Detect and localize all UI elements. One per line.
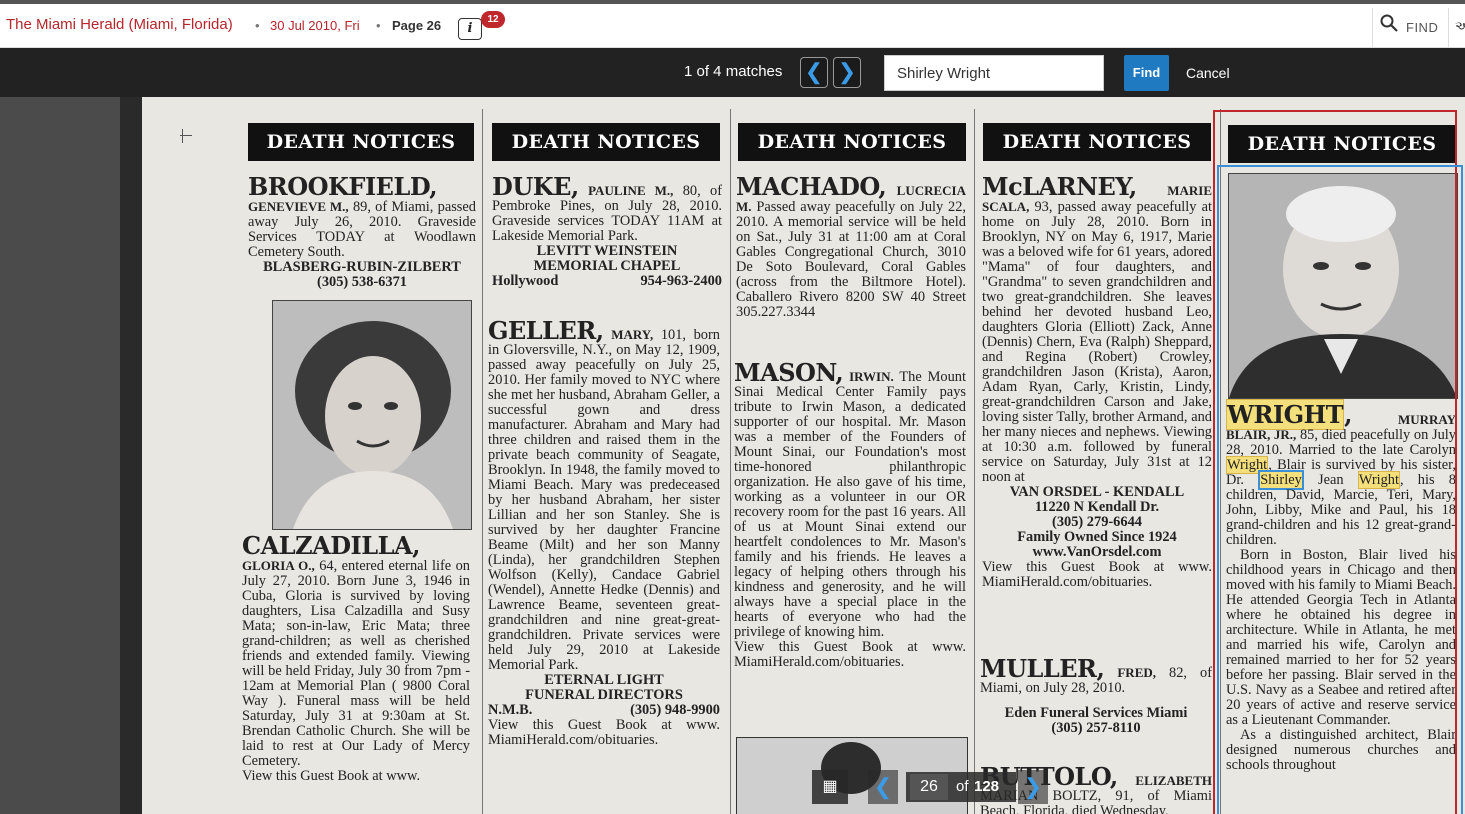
page-number-box: 26 of 128 <box>906 772 1016 802</box>
funeral-home-website[interactable]: www.VanOrsdel.com <box>982 545 1212 560</box>
funeral-home-city: Hollywood <box>492 273 559 289</box>
notice-duke: DUKE, PAULINE M., 80, of Pembroke Pines,… <box>492 175 722 289</box>
funeral-home: VAN ORSDEL - KENDALL <box>1009 484 1185 500</box>
next-page-button[interactable]: ❯ <box>1018 770 1048 804</box>
decedent-given-names: ELIZABETH <box>1135 773 1212 788</box>
funeral-home: FUNERAL DIRECTORS <box>525 687 683 703</box>
chevron-left-icon: ❮ <box>873 774 893 799</box>
match-count: 1 of 4 matches <box>684 63 783 80</box>
funeral-home-phone: (305) 279-6644 <box>1052 514 1142 530</box>
funeral-home-tagline: Family Owned Since 1924 <box>1017 529 1177 545</box>
decedent-name: GELLER, <box>488 316 604 345</box>
page-navigator: ▦ ❮ 26 of 128 ❯ <box>812 770 1050 804</box>
notice-text: Passed away peacefully on July 22, 2010.… <box>736 199 966 320</box>
death-notices-banner: DEATH NOTICES <box>738 123 966 161</box>
guestbook-link[interactable]: View this Guest Book at www. MiamiHerald… <box>982 560 1212 590</box>
newspaper-page[interactable]: DEATH NOTICES DEATH NOTICES DEATH NOTICE… <box>142 97 1465 814</box>
notice-mason: MASON, IRWIN. The Mount Sinai Medical Ce… <box>734 361 966 670</box>
notice-calzadilla: CALZADILLA, GLORIA O., 64, entered etern… <box>242 534 470 784</box>
decedent-given-names: MARY, <box>611 327 654 342</box>
decedent-name: McLARNEY, <box>982 172 1137 201</box>
toolbar-divider <box>1372 8 1373 48</box>
next-match-button[interactable]: ❯ <box>833 57 861 88</box>
decedent-name: MULLER, <box>980 654 1105 683</box>
decedent-given-names: FRED, <box>1117 665 1156 680</box>
info-icon: i <box>467 21 473 36</box>
funeral-home-address: 11220 N Kendall Dr. <box>1034 499 1160 515</box>
funeral-home: ETERNAL LIGHT <box>544 672 664 688</box>
funeral-home-phone: (305) 538-6371 <box>317 274 407 290</box>
guestbook-link[interactable]: View this Guest Book at www. <box>242 769 470 784</box>
find-label[interactable]: FIND <box>1406 20 1438 35</box>
decedent-name: CALZADILLA, <box>242 531 421 560</box>
separator-dot: • <box>376 18 381 33</box>
decedent-name: MASON, <box>734 358 844 387</box>
funeral-home: Eden Funeral Services Miami <box>1004 705 1188 721</box>
column-rule <box>730 109 731 814</box>
publication-title[interactable]: The Miami Herald (Miami, Florida) <box>6 16 233 33</box>
portrait-photo <box>272 300 472 530</box>
more-icon[interactable]: અ <box>1455 18 1465 35</box>
selected-article-outline[interactable] <box>1217 165 1463 814</box>
notice-text: 101, born in Gloversville, N.Y., on May … <box>488 327 720 673</box>
filmstrip-button[interactable]: ▦ <box>812 770 848 804</box>
decedent-given-names: GENEVIEVE M., <box>248 199 349 214</box>
funeral-home-phone: (305) 257-8110 <box>1051 720 1141 736</box>
notice-muller: MULLER, FRED, 82, of Miami, on July 28, … <box>980 657 1212 736</box>
page-of-label: of <box>956 778 969 795</box>
decedent-given-names: GLORIA O., <box>242 558 315 573</box>
notice-text: 64, entered eternal life on July 27, 201… <box>242 558 471 769</box>
funeral-home-city: N.M.B. <box>488 702 533 718</box>
page-total: 128 <box>974 778 1000 795</box>
notice-geller: GELLER, MARY, 101, born in Gloversville,… <box>488 319 720 748</box>
magnifier-icon <box>1380 14 1398 32</box>
separator-dot: • <box>255 18 260 33</box>
page-number-input[interactable]: 26 <box>910 774 948 800</box>
decedent-given-names: PAULINE M., <box>588 183 674 198</box>
death-notices-banner: DEATH NOTICES <box>983 123 1211 161</box>
decedent-name: MACHADO, <box>736 172 887 201</box>
notice-machado: MACHADO, LUCRECIA M. Passed away peacefu… <box>736 175 966 320</box>
funeral-home: BLASBERG-RUBIN-ZILBERT <box>263 259 461 275</box>
funeral-home: LEVITT WEINSTEIN <box>536 243 678 259</box>
top-bar: The Miami Herald (Miami, Florida) • 30 J… <box>0 0 1465 48</box>
info-button[interactable]: i <box>458 18 482 40</box>
info-count-badge: 12 <box>481 11 505 28</box>
search-input[interactable] <box>884 55 1104 91</box>
previous-match-button[interactable]: ❮ <box>800 57 828 88</box>
find-submit-button[interactable]: Find <box>1124 55 1169 91</box>
funeral-home: MEMORIAL CHAPEL <box>533 258 681 274</box>
cancel-button[interactable]: Cancel <box>1186 65 1230 81</box>
issue-date[interactable]: 30 Jul 2010, Fri <box>270 18 360 33</box>
page-label: Page 26 <box>392 18 442 33</box>
notice-brookfield: BROOKFIELD, GENEVIEVE M., 89, of Miami, … <box>248 175 476 290</box>
column-rule <box>482 109 483 814</box>
page-shadow <box>120 97 142 814</box>
filmstrip-icon: ▦ <box>822 778 838 795</box>
chevron-right-icon: ❯ <box>837 59 857 84</box>
column-rule <box>974 109 975 814</box>
decedent-name: BROOKFIELD, <box>248 172 438 201</box>
notice-text: The Mount Sinai Medical Center Family pa… <box>734 369 966 640</box>
chevron-left-icon: ❮ <box>804 59 824 84</box>
decedent-given-names: IRWIN. <box>849 369 894 384</box>
notice-text: 93, passed away peacefully at home on Ju… <box>982 199 1212 485</box>
guestbook-link[interactable]: View this Guest Book at www. MiamiHerald… <box>734 640 966 670</box>
page-viewer[interactable]: DEATH NOTICES DEATH NOTICES DEATH NOTICE… <box>0 97 1465 814</box>
crop-mark <box>182 129 183 143</box>
funeral-home-phone: (305) 948-9900 <box>630 702 720 718</box>
notice-mclarney: McLARNEY, MARIE SCALA, 93, passed away p… <box>982 175 1212 590</box>
death-notices-banner: DEATH NOTICES <box>492 123 720 161</box>
toolbar-divider <box>1448 8 1449 48</box>
previous-page-button[interactable]: ❮ <box>868 770 898 804</box>
decedent-name: DUKE, <box>492 172 579 201</box>
chevron-right-icon: ❯ <box>1023 774 1043 799</box>
death-notices-banner: DEATH NOTICES <box>248 123 474 161</box>
guestbook-link[interactable]: View this Guest Book at www. MiamiHerald… <box>488 718 720 748</box>
funeral-home-phone: 954-963-2400 <box>640 273 722 289</box>
